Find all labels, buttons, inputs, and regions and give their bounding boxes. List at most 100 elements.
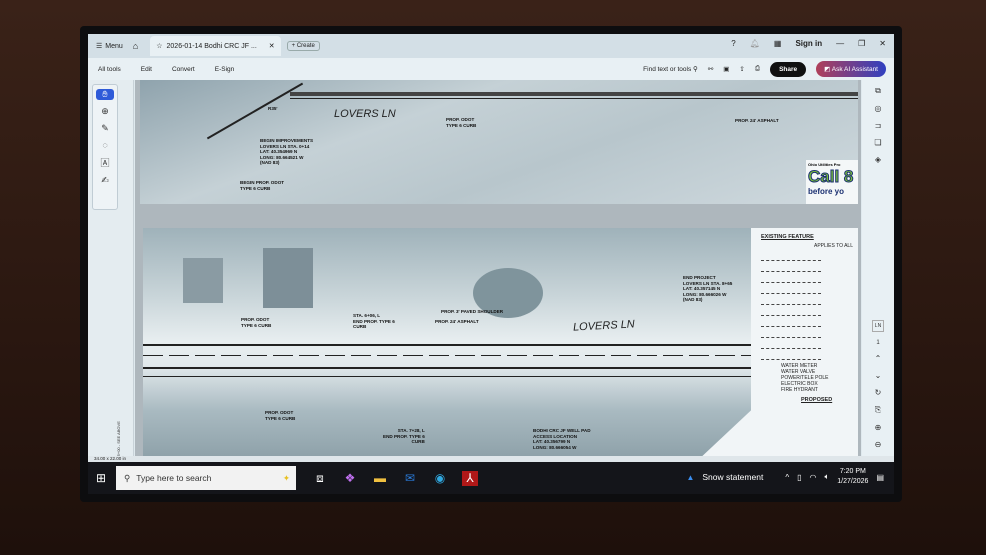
file-explorer-icon[interactable]: ▬ xyxy=(372,471,388,486)
legend-item: FIRE HYDRANT xyxy=(781,387,818,393)
street-label-2: LOVERS LN xyxy=(572,318,636,334)
sign-tool-icon[interactable]: ✍︎ xyxy=(101,175,109,186)
battery-icon[interactable]: ▯ xyxy=(797,473,801,482)
print-icon[interactable]: ⎙ xyxy=(755,65,760,73)
document-area[interactable]: LOVERS LN R35' BEGIN IMPROVEMENTS LOVERS… xyxy=(135,80,861,456)
zoom-tool-icon[interactable]: ⊕ xyxy=(101,106,109,117)
call-811-banner: Ohio Utilities Pro Call 8 before yo xyxy=(806,160,858,204)
outlook-icon[interactable]: ✉ xyxy=(402,471,418,486)
tool-all-tools[interactable]: All tools xyxy=(98,66,121,73)
help-icon[interactable]: ? xyxy=(731,39,735,48)
find-label: Find text or tools xyxy=(643,66,692,73)
pages-icon[interactable]: ❏ xyxy=(874,138,881,147)
sta-label-a: STA. 6+06, L END PROP. TYPE 6 CURB xyxy=(353,313,395,329)
search-icon: ⚲ xyxy=(693,66,698,73)
compare-icon[interactable]: ⚯ xyxy=(708,65,713,73)
tool-convert[interactable]: Convert xyxy=(172,66,195,73)
document-tab[interactable]: ☆ 2026-01-14 Bodhi CRC JF ... ✕ xyxy=(150,36,281,56)
hand-tool-icon[interactable]: ✋︎ xyxy=(96,89,114,100)
weather-icon[interactable]: ▲ xyxy=(686,473,694,482)
lasso-tool-icon[interactable]: ◌ xyxy=(102,140,107,150)
ai-icon: ◩ xyxy=(824,66,832,73)
copilot-icon[interactable]: ❖ xyxy=(342,471,358,486)
minimize-icon[interactable]: — xyxy=(836,39,844,48)
tray-chevron-icon[interactable]: ^ xyxy=(785,473,789,482)
ask-ai-button[interactable]: ◩ Ask AI Assistant xyxy=(816,61,886,77)
legend-existing-title: EXISTING FEATURE xyxy=(761,234,814,240)
layers-icon[interactable]: ◈ xyxy=(875,155,881,164)
tool-edit[interactable]: Edit xyxy=(141,66,152,73)
shoulder-label: PROP. 3' PAVED SHOULDER xyxy=(441,309,504,314)
right-rail: ⧉ ◎ ⊐ ❏ ◈ LN 1 ⌃ ⌄ ↻ ⎘ ⊕ ⊖ xyxy=(862,80,894,456)
bookmark-icon[interactable]: ⊐ xyxy=(875,121,882,130)
page-number: 1 xyxy=(876,340,880,346)
curb-label-b: PROP. ODOT TYPE 6 CURB xyxy=(265,410,296,421)
sta-label-b: STA. 7+28, L END PROP. TYPE 6 CURB xyxy=(383,428,425,444)
text-tool-icon[interactable]: 🄰 xyxy=(100,156,109,169)
clock[interactable]: 7:20 PM 1/27/2026 xyxy=(837,467,868,487)
weather-text[interactable]: Snow statement xyxy=(702,472,763,482)
page-label[interactable]: LN xyxy=(871,320,885,332)
street-label: LOVERS LN xyxy=(334,108,396,120)
acrobat-icon[interactable]: ⅄ xyxy=(462,470,478,486)
curb-label: PROP. ODOT TYPE 6 CURB xyxy=(446,117,477,128)
windows-start-icon[interactable]: ⊞ xyxy=(96,471,106,485)
find-tools-button[interactable]: Find text or tools ⚲ xyxy=(643,65,698,73)
pen-tool-icon[interactable]: ✎ xyxy=(101,123,109,134)
zoom-in-icon[interactable]: ⊕ xyxy=(875,423,882,432)
close-icon[interactable]: ✕ xyxy=(879,39,886,48)
curb-label-a: PROP. ODOT TYPE 6 CURB xyxy=(241,317,272,328)
menu-button[interactable]: ☰ Menu xyxy=(96,42,123,51)
sparkle-icon: ✦ xyxy=(282,472,290,483)
time: 7:20 PM xyxy=(839,468,866,475)
radius-label: R35' xyxy=(268,106,278,111)
page-size: 34.00 x 22.00 in xyxy=(94,456,127,461)
upload-icon[interactable]: ⇪ xyxy=(739,65,744,73)
maximize-icon[interactable]: ❐ xyxy=(858,39,865,48)
create-button[interactable]: + Create xyxy=(286,41,320,51)
wifi-icon[interactable]: ◠ xyxy=(809,473,816,482)
toolbar: All tools Edit Convert E-Sign Find text … xyxy=(88,58,894,80)
export-icon[interactable]: ⧉ xyxy=(875,86,881,96)
legend-applies: APPLIES TO ALL xyxy=(813,243,853,249)
notification-icon[interactable]: ▤ xyxy=(876,473,884,482)
asphalt-label: PROP. 24' ASPHALT xyxy=(735,118,779,123)
rotate-icon[interactable]: ↻ xyxy=(875,388,882,397)
save-icon[interactable]: ▣ xyxy=(723,65,729,73)
search-placeholder: Type here to search xyxy=(136,473,212,483)
prev-page-icon[interactable]: ⌃ xyxy=(875,354,882,363)
system-tray: ▲ Snow statement ^ ▯ ◠ 🔈︎ 7:20 PM 1/27/20… xyxy=(686,467,884,487)
hamburger-icon: ☰ xyxy=(96,43,103,50)
tool-esign[interactable]: E-Sign xyxy=(215,66,235,73)
end-project-label: END PROJECT LOVERS LN STA. 8+65 LAT: 40.… xyxy=(683,275,733,302)
date: 1/27/2026 xyxy=(837,478,869,485)
home-icon[interactable]: ⌂ xyxy=(133,41,138,51)
next-page-icon[interactable]: ⌄ xyxy=(875,371,882,380)
begin-improvements-label: BEGIN IMPROVEMENTS LOVERS LN STA. 0+14 L… xyxy=(260,138,314,165)
task-view-icon[interactable]: ⧈ xyxy=(312,471,328,486)
begin-curb-label: BEGIN PROP. ODOT TYPE 6 CURB xyxy=(240,180,285,191)
comment-icon[interactable]: ◎ xyxy=(875,104,882,113)
volume-icon[interactable]: 🔈︎ xyxy=(824,472,829,482)
fit-page-icon[interactable]: ⎘ xyxy=(875,405,881,415)
pdf-page-1: LOVERS LN R35' BEGIN IMPROVEMENTS LOVERS… xyxy=(140,80,858,204)
title-bar: ☰ Menu ⌂ ☆ 2026-01-14 Bodhi CRC JF ... ✕ + … xyxy=(88,34,894,58)
tab-title: 2026-01-14 Bodhi CRC JF ... xyxy=(166,42,257,50)
zoom-out-icon[interactable]: ⊖ xyxy=(875,440,882,449)
apps-icon[interactable]: ▦ xyxy=(774,39,782,48)
search-icon: ⚲ xyxy=(124,472,131,483)
edge-icon[interactable]: ◉ xyxy=(432,471,448,486)
taskbar: ⊞ ⚲ Type here to search ✦ ⧈ ❖ ▬ ✉ ◉ ⅄ ▲ Sn… xyxy=(88,462,894,494)
close-tab-icon[interactable]: ✕ xyxy=(269,42,275,50)
legend-proposed-title: PROPOSED xyxy=(801,397,833,403)
legend: EXISTING FEATURE APPLIES TO ALL WATER ME… xyxy=(761,234,853,403)
asphalt-label-2: PROP. 24' ASPHALT xyxy=(435,319,479,324)
call-big: Call 8 xyxy=(808,167,854,187)
quick-tools: ✋︎ ⊕ ✎ ◌ 🄰 ✍︎ xyxy=(92,84,118,210)
well-pad-label: BODHI CRC JF WELL PAD ACCESS LOCATION LA… xyxy=(533,428,591,450)
taskbar-search[interactable]: ⚲ Type here to search ✦ xyxy=(116,466,296,490)
star-icon[interactable]: ☆ xyxy=(156,42,162,50)
sign-in-button[interactable]: Sign in xyxy=(795,39,822,48)
bell-icon[interactable]: 🔔︎ xyxy=(750,39,760,48)
share-button[interactable]: Share xyxy=(770,61,807,77)
